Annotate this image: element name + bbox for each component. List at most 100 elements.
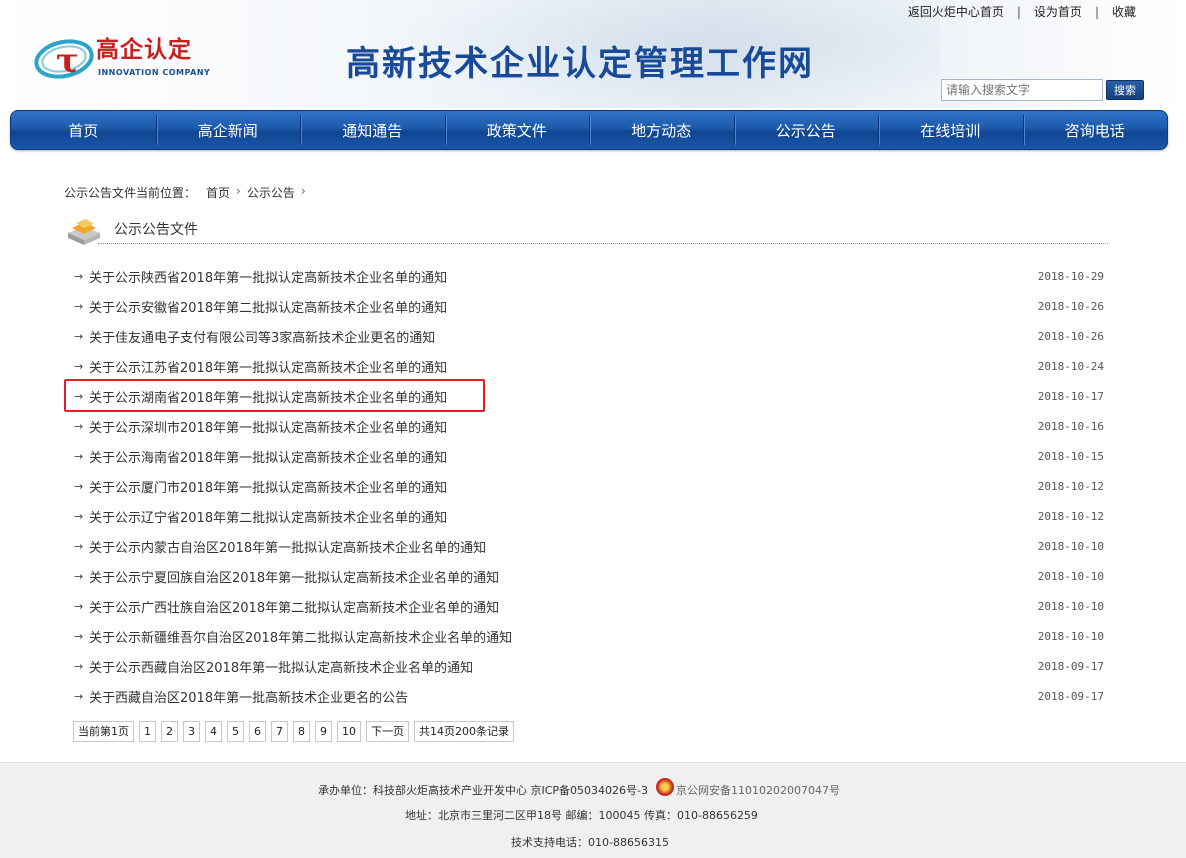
arrow-bullet-icon: → xyxy=(74,449,84,463)
item-date: 2018-10-12 xyxy=(1037,509,1104,523)
arrow-bullet-icon: → xyxy=(74,539,84,553)
site-title: 高新技术企业认定管理工作网 xyxy=(346,44,814,84)
footer-address: 地址：北京市三里河二区甲18号 邮编：100045 传真：010-8865625… xyxy=(405,809,758,822)
list-item[interactable]: → 关于公示安徽省2018年第二批拟认定高新技术企业名单的通知 2018-10-26 xyxy=(64,291,1106,321)
arrow-bullet-icon: → xyxy=(74,359,84,373)
highlight-box xyxy=(64,379,485,412)
pager-page-3[interactable]: 3 xyxy=(183,721,200,742)
item-date: 2018-10-24 xyxy=(1037,359,1104,373)
arrow-bullet-icon: → xyxy=(74,599,84,613)
nav-online-training[interactable]: 在线培训 xyxy=(878,111,1023,149)
nav-hotline[interactable]: 咨询电话 xyxy=(1022,111,1168,149)
footer-organizer: 承办单位：科技部火炬高技术产业开发中心 京ICP备05034026号-3 xyxy=(318,784,649,797)
site-header: 返回火炬中心首页 | 设为首页 | 收藏 τ 高企认定 INNOVATION C… xyxy=(0,0,1186,108)
item-title[interactable]: 关于公示深圳市2018年第一批拟认定高新技术企业名单的通知 xyxy=(89,417,447,436)
nav-local-news[interactable]: 地方动态 xyxy=(589,111,734,149)
item-date: 2018-09-17 xyxy=(1037,689,1104,703)
nav-news[interactable]: 高企新闻 xyxy=(155,111,301,149)
item-title[interactable]: 关于佳友通电子支付有限公司等3家高新技术企业更名的通知 xyxy=(89,327,435,346)
list-item[interactable]: → 关于佳友通电子支付有限公司等3家高新技术企业更名的通知 2018-10-26 xyxy=(64,321,1106,351)
chevron-right-icon: › xyxy=(300,184,306,198)
breadcrumb: 公示公告文件当前位置： 首页 › 公示公告 › xyxy=(64,184,312,201)
arrow-bullet-icon: → xyxy=(74,479,84,493)
list-item[interactable]: → 关于公示广西壮族自治区2018年第二批拟认定高新技术企业名单的通知 2018-1… xyxy=(64,591,1106,621)
pager-page-10[interactable]: 10 xyxy=(337,721,361,742)
top-links: 返回火炬中心首页 | 设为首页 | 收藏 xyxy=(908,3,1136,20)
pagination: 当前第1页 1 2 3 4 5 6 7 8 9 10 下一页 共14页200条记… xyxy=(73,721,514,742)
footer-police-record[interactable]: 京公网安备11010202007047号 xyxy=(656,778,840,799)
breadcrumb-home[interactable]: 首页 xyxy=(206,184,230,201)
main-nav: 首页 高企新闻 通知通告 政策文件 地方动态 公示公告 在线培训 咨询电话 xyxy=(10,110,1168,150)
link-set-homepage[interactable]: 设为首页 xyxy=(1034,3,1082,20)
pager-total: 共14页200条记录 xyxy=(414,721,514,742)
item-title[interactable]: 关于公示西藏自治区2018年第一批拟认定高新技术企业名单的通知 xyxy=(89,657,473,676)
pager-page-8[interactable]: 8 xyxy=(293,721,310,742)
item-title[interactable]: 关于西藏自治区2018年第一批高新技术企业更名的公告 xyxy=(89,687,408,706)
pager-page-6[interactable]: 6 xyxy=(249,721,266,742)
search-input[interactable] xyxy=(941,79,1103,101)
arrow-bullet-icon: → xyxy=(74,419,84,433)
nav-notices[interactable]: 通知通告 xyxy=(300,111,445,149)
item-title[interactable]: 关于公示广西壮族自治区2018年第二批拟认定高新技术企业名单的通知 xyxy=(89,597,499,616)
arrow-bullet-icon: → xyxy=(74,329,84,343)
list-item[interactable]: → 关于公示深圳市2018年第一批拟认定高新技术企业名单的通知 2018-10-16 xyxy=(64,411,1106,441)
chevron-right-icon: › xyxy=(236,184,241,198)
link-bookmark[interactable]: 收藏 xyxy=(1112,3,1136,20)
arrow-bullet-icon: → xyxy=(74,509,84,523)
svg-text:τ: τ xyxy=(56,41,79,81)
nav-policies[interactable]: 政策文件 xyxy=(444,111,590,149)
breadcrumb-announcements[interactable]: 公示公告 xyxy=(247,184,295,201)
footer-police-text: 京公网安备11010202007047号 xyxy=(676,784,840,797)
arrow-bullet-icon: → xyxy=(74,299,84,313)
item-title[interactable]: 关于公示内蒙古自治区2018年第一批拟认定高新技术企业名单的通知 xyxy=(89,537,486,556)
site-footer: 承办单位：科技部火炬高技术产业开发中心 京ICP备05034026号-3 京公网… xyxy=(0,762,1186,858)
logo-text-cn: 高企认定 xyxy=(96,36,192,63)
item-title[interactable]: 关于公示宁夏回族自治区2018年第一批拟认定高新技术企业名单的通知 xyxy=(89,567,499,586)
pager-page-1[interactable]: 1 xyxy=(139,721,156,742)
list-item[interactable]: → 关于公示西藏自治区2018年第一批拟认定高新技术企业名单的通知 2018-09-… xyxy=(64,651,1106,681)
list-item[interactable]: → 关于公示辽宁省2018年第二批拟认定高新技术企业名单的通知 2018-10-12 xyxy=(64,501,1106,531)
list-item[interactable]: → 关于公示新疆维吾尔自治区2018年第二批拟认定高新技术企业名单的通知 2018-… xyxy=(64,621,1106,651)
section-title: 公示公告文件 xyxy=(114,222,198,238)
item-title[interactable]: 关于公示辽宁省2018年第二批拟认定高新技术企业名单的通知 xyxy=(89,507,447,526)
item-title[interactable]: 关于公示新疆维吾尔自治区2018年第二批拟认定高新技术企业名单的通知 xyxy=(89,627,512,646)
item-title[interactable]: 关于公示江苏省2018年第一批拟认定高新技术企业名单的通知 xyxy=(89,357,447,376)
item-date: 2018-10-10 xyxy=(1037,599,1104,613)
item-title[interactable]: 关于公示海南省2018年第一批拟认定高新技术企业名单的通知 xyxy=(89,447,447,466)
item-date: 2018-09-17 xyxy=(1037,659,1104,673)
pager-page-9[interactable]: 9 xyxy=(315,721,332,742)
section-divider xyxy=(98,243,1108,244)
list-item[interactable]: → 关于西藏自治区2018年第一批高新技术企业更名的公告 2018-09-17 xyxy=(64,681,1106,711)
item-date: 2018-10-26 xyxy=(1037,329,1104,343)
arrow-bullet-icon: → xyxy=(74,269,84,283)
nav-announcements[interactable]: 公示公告 xyxy=(733,111,879,149)
item-date: 2018-10-16 xyxy=(1037,419,1104,433)
section-header: 公示公告文件 xyxy=(64,214,1108,246)
item-date: 2018-10-12 xyxy=(1037,479,1104,493)
list-item[interactable]: → 关于公示厦门市2018年第一批拟认定高新技术企业名单的通知 2018-10-12 xyxy=(64,471,1106,501)
pager-page-5[interactable]: 5 xyxy=(227,721,244,742)
item-date: 2018-10-10 xyxy=(1037,629,1104,643)
item-title[interactable]: 关于公示安徽省2018年第二批拟认定高新技术企业名单的通知 xyxy=(89,297,447,316)
list-item[interactable]: → 关于公示宁夏回族自治区2018年第一批拟认定高新技术企业名单的通知 2018-1… xyxy=(64,561,1106,591)
list-item[interactable]: → 关于公示内蒙古自治区2018年第一批拟认定高新技术企业名单的通知 2018-10… xyxy=(64,531,1106,561)
pager-page-4[interactable]: 4 xyxy=(205,721,222,742)
item-date: 2018-10-15 xyxy=(1037,449,1104,463)
arrow-bullet-icon: → xyxy=(74,569,84,583)
list-item[interactable]: → 关于公示陕西省2018年第一批拟认定高新技术企业名单的通知 2018-10-29 xyxy=(64,261,1106,291)
nav-home[interactable]: 首页 xyxy=(11,111,156,149)
pager-page-7[interactable]: 7 xyxy=(271,721,288,742)
link-return-torch-home[interactable]: 返回火炬中心首页 xyxy=(908,3,1004,20)
item-title[interactable]: 关于公示陕西省2018年第一批拟认定高新技术企业名单的通知 xyxy=(89,267,447,286)
item-title[interactable]: 关于公示厦门市2018年第一批拟认定高新技术企业名单的通知 xyxy=(89,477,447,496)
arrow-bullet-icon: → xyxy=(74,689,84,703)
pager-next-button[interactable]: 下一页 xyxy=(366,721,409,742)
item-date: 2018-10-17 xyxy=(1037,389,1104,403)
pager-page-2[interactable]: 2 xyxy=(161,721,178,742)
separator: | xyxy=(1016,4,1021,19)
list-item[interactable]: → 关于公示江苏省2018年第一批拟认定高新技术企业名单的通知 2018-10-24 xyxy=(64,351,1106,381)
list-item[interactable]: → 关于公示海南省2018年第一批拟认定高新技术企业名单的通知 2018-10-15 xyxy=(64,441,1106,471)
site-logo[interactable]: τ 高企认定 INNOVATION COMPANY xyxy=(34,28,224,86)
search-button[interactable]: 搜索 xyxy=(1106,80,1144,100)
separator: | xyxy=(1094,4,1099,19)
